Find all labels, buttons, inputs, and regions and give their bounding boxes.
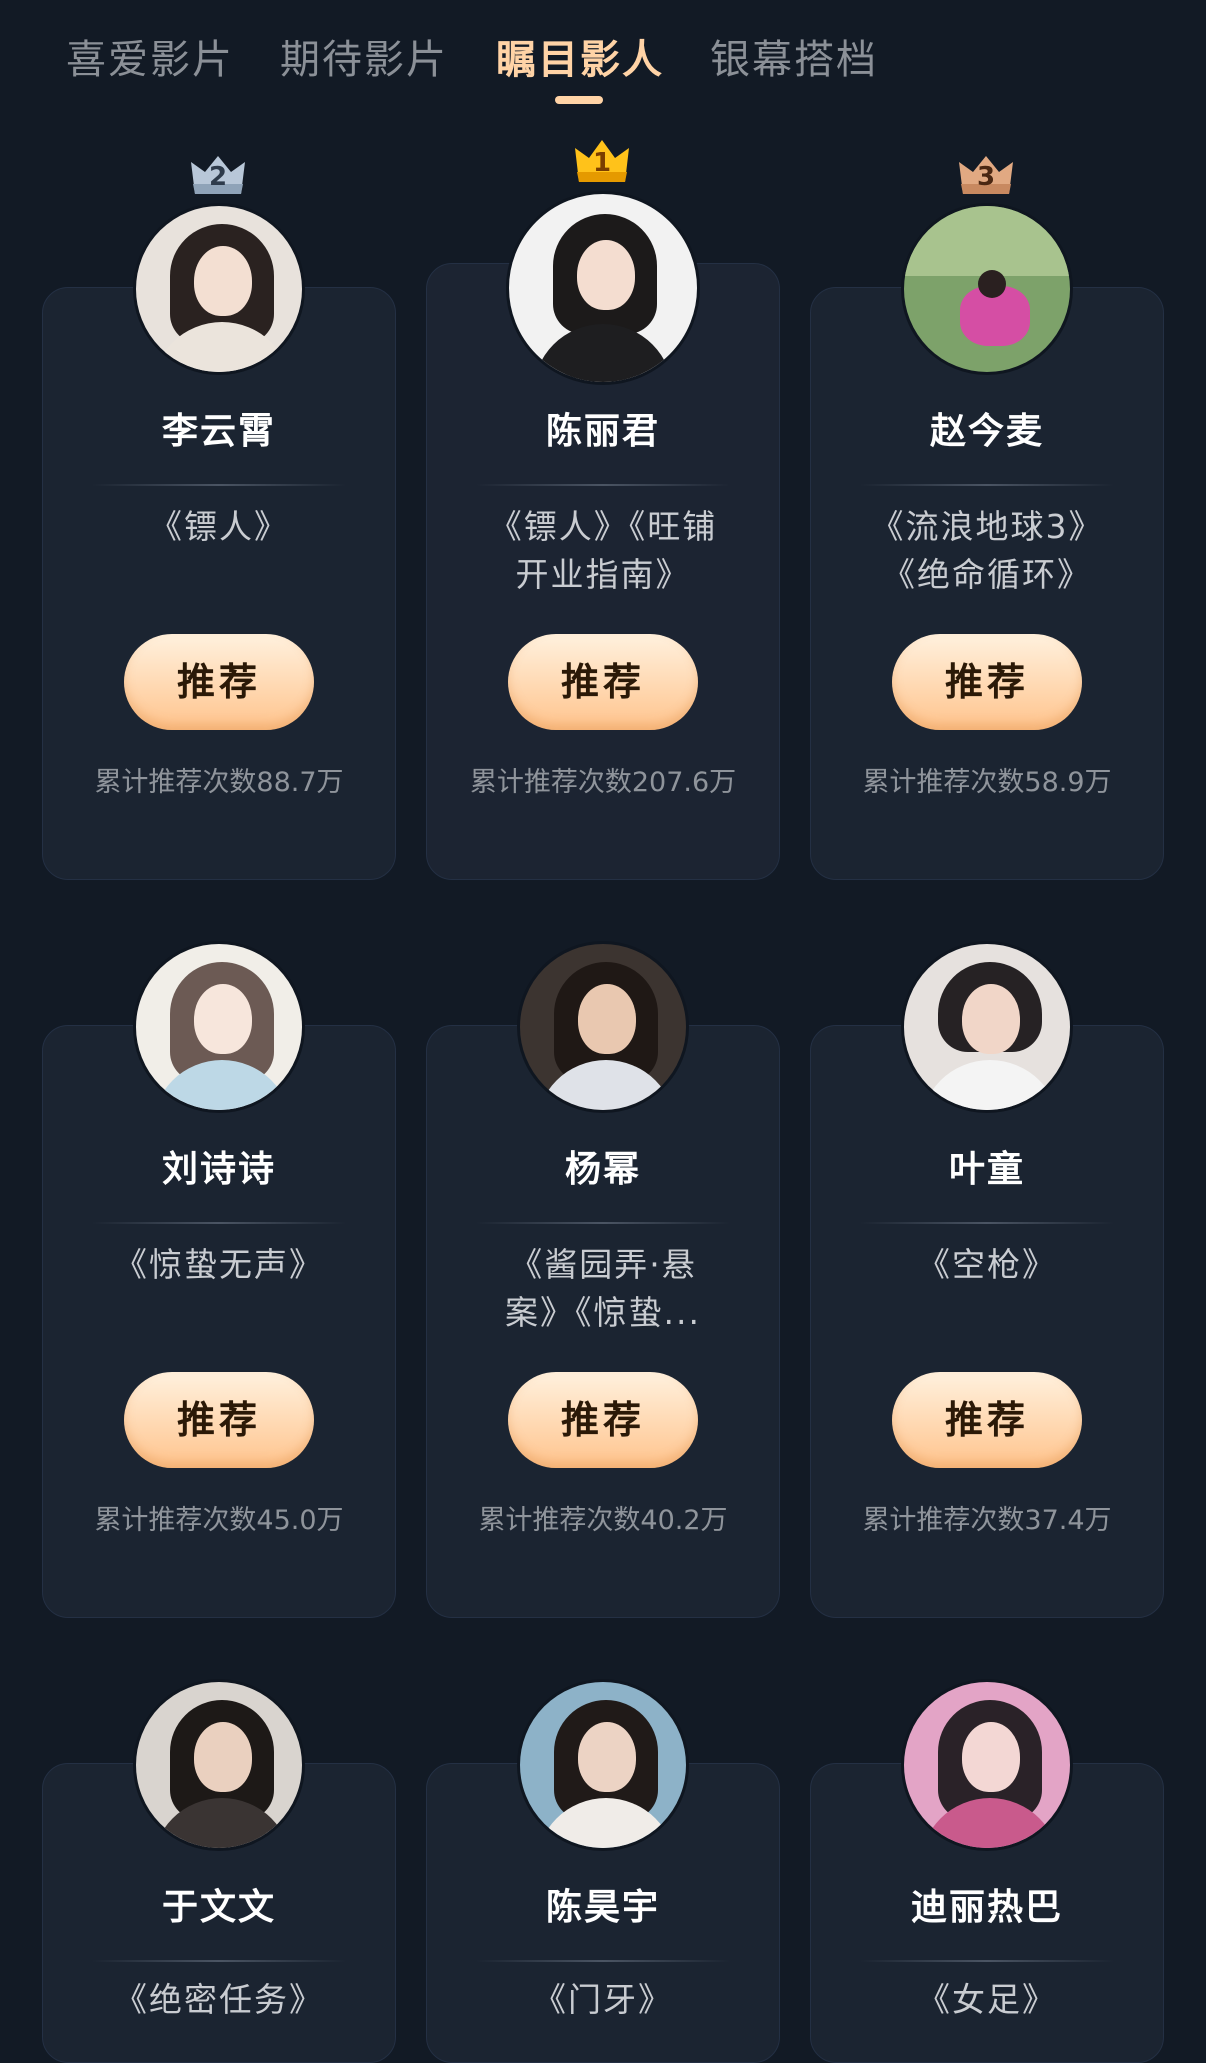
works-list: 《镖人》: [149, 507, 289, 546]
avatar[interactable]: [133, 203, 305, 375]
divider: [860, 1222, 1114, 1224]
works-list: 《空枪》: [917, 1245, 1057, 1284]
divider: [476, 1222, 730, 1224]
divider: [92, 484, 346, 486]
person-name: 杨幂: [564, 1149, 641, 1190]
works-list: 《酱园弄·悬 案》《惊蛰...: [505, 1245, 701, 1332]
avatar[interactable]: [901, 203, 1073, 375]
rank-number: 3: [976, 162, 996, 192]
silver-crown-icon: 2: [187, 150, 249, 196]
recommend-button[interactable]: 推荐: [892, 1372, 1082, 1468]
works-list: 《门牙》: [533, 1980, 673, 2019]
recommend-count: 累计推荐次数40.2万: [478, 1505, 728, 1536]
person-name: 李云霄: [161, 411, 276, 452]
recommend-count: 累计推荐次数37.4万: [862, 1505, 1112, 1536]
rank-number: 2: [208, 162, 228, 192]
avatar[interactable]: [901, 1679, 1073, 1851]
bronze-crown-icon: 3: [955, 150, 1017, 196]
recommend-count: 累计推荐次数88.7万: [94, 767, 344, 798]
divider: [860, 484, 1114, 486]
avatar[interactable]: [506, 191, 700, 385]
recommend-count: 累计推荐次数45.0万: [94, 1505, 344, 1536]
avatar[interactable]: [901, 941, 1073, 1113]
recommend-count: 累计推荐次数207.6万: [469, 767, 737, 798]
recommend-button[interactable]: 推荐: [124, 1372, 314, 1468]
person-name: 赵今麦: [929, 411, 1044, 452]
rank-number: 1: [592, 148, 612, 178]
divider: [476, 1960, 730, 1962]
avatar[interactable]: [517, 941, 689, 1113]
recommend-button[interactable]: 推荐: [508, 634, 698, 730]
person-name: 迪丽热巴: [910, 1887, 1063, 1928]
divider: [476, 484, 730, 486]
person-name: 陈丽君: [545, 411, 660, 452]
avatar[interactable]: [133, 1679, 305, 1851]
people-grid: 2 李云霄 《镖人》 推荐 累计推荐次数88.7万 1 陈丽君 《镖人》《旺铺 …: [0, 0, 1206, 2063]
avatar[interactable]: [133, 941, 305, 1113]
person-name: 于文文: [161, 1887, 276, 1928]
gold-crown-icon: 1: [571, 138, 633, 184]
person-name: 陈昊宇: [545, 1887, 660, 1928]
works-list: 《女足》: [917, 1980, 1057, 2019]
recommend-button[interactable]: 推荐: [124, 634, 314, 730]
works-list: 《绝密任务》: [114, 1980, 324, 2019]
divider: [92, 1960, 346, 1962]
recommend-button[interactable]: 推荐: [892, 634, 1082, 730]
works-list: 《惊蛰无声》: [114, 1245, 324, 1284]
person-name: 刘诗诗: [161, 1149, 276, 1190]
person-name: 叶童: [948, 1149, 1025, 1190]
recommend-button[interactable]: 推荐: [508, 1372, 698, 1468]
works-list: 《流浪地球3》 《绝命循环》: [870, 507, 1104, 594]
recommend-count: 累计推荐次数58.9万: [862, 767, 1112, 798]
divider: [860, 1960, 1114, 1962]
divider: [92, 1222, 346, 1224]
works-list: 《镖人》《旺铺 开业指南》: [488, 507, 718, 594]
avatar[interactable]: [517, 1679, 689, 1851]
